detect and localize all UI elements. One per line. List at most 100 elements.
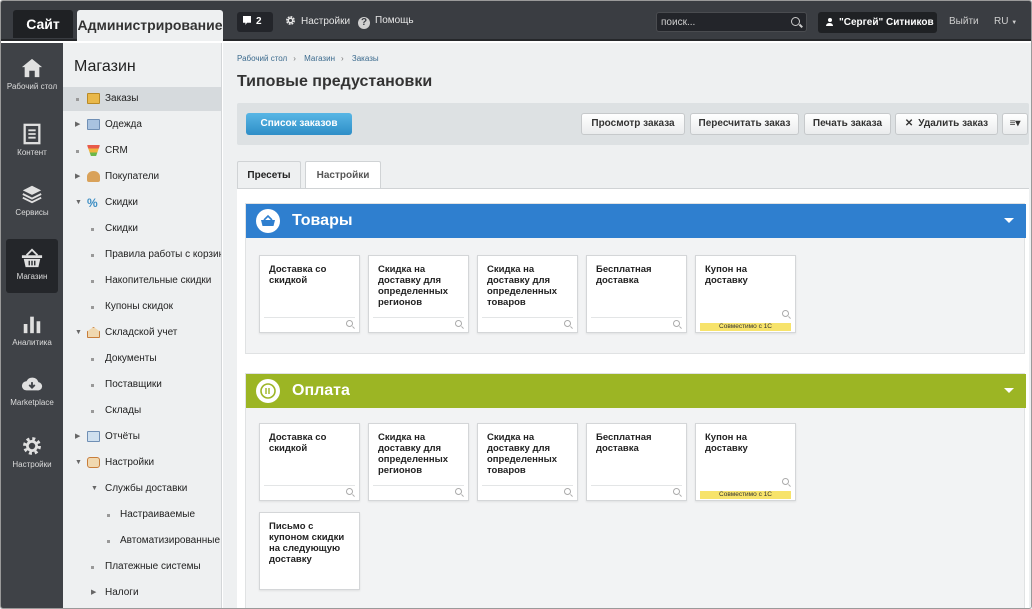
chevron-right-icon: ▶ — [75, 121, 81, 128]
sidebar-item-configurable[interactable]: Настраиваемые — [63, 503, 221, 527]
sidebar-item-label: Настройки — [105, 457, 155, 468]
breadcrumb-item[interactable]: Магазин — [304, 54, 335, 63]
sidebar-item-label: Покупатели — [105, 171, 160, 182]
search-icon[interactable] — [455, 320, 462, 327]
sidebar-item-discounts[interactable]: ▼ % Скидки — [63, 191, 221, 215]
tab-presets[interactable]: Пресеты — [237, 161, 301, 188]
search-icon[interactable] — [564, 320, 571, 327]
gear-icon — [23, 437, 41, 455]
nav-desktop[interactable]: Рабочий стол — [6, 49, 58, 103]
nav-analytics[interactable]: Аналитика — [6, 305, 58, 359]
sidebar-item-label: Документы — [105, 353, 157, 364]
search-icon[interactable] — [455, 488, 462, 495]
settings-link[interactable]: Настройки — [285, 15, 350, 27]
sidebar-item-cumulative-discounts[interactable]: Накопительные скидки — [63, 269, 221, 293]
sidebar-item-reports[interactable]: ▶ Отчёты — [63, 425, 221, 449]
sidebar-item-taxes[interactable]: ▶ Налоги — [63, 581, 221, 605]
search-icon[interactable] — [673, 320, 680, 327]
preset-card[interactable]: Письмо с купоном скидки на следующую дос… — [259, 512, 360, 590]
breadcrumb-item[interactable]: Заказы — [352, 54, 379, 63]
search-icon[interactable] — [782, 478, 789, 485]
sidebar-item-customers[interactable]: ▶ Покупатели — [63, 165, 221, 189]
view-order-button[interactable]: Просмотр заказа — [581, 113, 685, 135]
help-link[interactable]: ? Помощь — [358, 15, 414, 29]
logout-link[interactable]: Выйти — [949, 16, 979, 27]
sidebar-item-cart-rules[interactable]: Правила работы с корзиной — [63, 243, 221, 267]
preset-card[interactable]: Купон на доставку Совместимо с 1С — [695, 423, 796, 501]
preset-card[interactable]: Бесплатная доставка — [586, 255, 687, 333]
sidebar-item-shop-settings[interactable]: ▼ Настройки — [63, 451, 221, 475]
bullet-icon — [76, 150, 79, 153]
nav-settings-label: Настройки — [12, 460, 52, 469]
tab-site[interactable]: Сайт — [13, 10, 73, 38]
sidebar-item-discounts-list[interactable]: Скидки — [63, 217, 221, 241]
search-icon[interactable] — [791, 17, 800, 26]
chevron-down-icon[interactable] — [1004, 388, 1014, 393]
sidebar-item-crm[interactable]: CRM — [63, 139, 221, 163]
nav-shop[interactable]: Магазин — [6, 239, 58, 293]
breadcrumb-item[interactable]: Рабочий стол — [237, 54, 287, 63]
sidebar-item-label: Заказы — [105, 93, 139, 104]
section-header[interactable]: Оплата — [246, 374, 1026, 408]
preset-card-title: Купон на доставку — [705, 432, 748, 454]
search-input[interactable] — [661, 15, 789, 30]
search-icon[interactable] — [346, 320, 353, 327]
sidebar-item-suppliers[interactable]: Поставщики — [63, 373, 221, 397]
sidebar-item-payment-systems[interactable]: Платежные системы — [63, 555, 221, 579]
sidebar-item-documents[interactable]: Документы — [63, 347, 221, 371]
nav-marketplace[interactable]: Marketplace — [6, 365, 58, 419]
sidebar-item-label: Склады — [105, 405, 142, 416]
preset-card[interactable]: Бесплатная доставка — [586, 423, 687, 501]
delete-order-button[interactable]: ✕ Удалить заказ — [895, 113, 998, 135]
section-payment: Оплата Доставка со скидкой Скидка на дос… — [245, 373, 1026, 608]
bar-chart-icon — [23, 316, 41, 334]
nav-settings[interactable]: Настройки — [6, 427, 58, 481]
divider — [373, 485, 464, 486]
preset-card-title: Письмо с купоном скидки на следующую дос… — [269, 521, 345, 565]
search-box — [656, 12, 807, 32]
search-icon[interactable] — [564, 488, 571, 495]
preset-card[interactable]: Скидка на доставку для определенных реги… — [368, 423, 469, 501]
preset-card[interactable]: Доставка со скидкой — [259, 423, 360, 501]
more-menu-button[interactable]: ≡▾ — [1002, 113, 1028, 135]
recalc-order-button[interactable]: Пересчитать заказ — [690, 113, 799, 135]
sidebar-item-coupons[interactable]: Купоны скидок — [63, 295, 221, 319]
preset-card[interactable]: Скидка на доставку для определенных реги… — [368, 255, 469, 333]
tab-bar: Пресеты Настройки — [237, 161, 1029, 188]
preset-card[interactable]: Доставка со скидкой — [259, 255, 360, 333]
preset-card[interactable]: Купон на доставку Совместимо с 1С — [695, 255, 796, 333]
breadcrumb-separator: › — [293, 54, 296, 63]
sidebar-item-orders[interactable]: Заказы — [63, 87, 221, 111]
sidebar-item-label: Купоны скидок — [105, 301, 174, 312]
preset-card[interactable]: Скидка на доставку для определенных това… — [477, 423, 578, 501]
breadcrumb: Рабочий стол › Магазин › Заказы — [237, 54, 385, 63]
warehouse-icon — [87, 327, 100, 338]
nav-content[interactable]: Контент — [6, 115, 58, 169]
toolbar: Список заказов Просмотр заказа Пересчита… — [237, 103, 1029, 145]
search-icon[interactable] — [673, 488, 680, 495]
nav-services-label: Сервисы — [15, 208, 49, 217]
print-order-button[interactable]: Печать заказа — [804, 113, 891, 135]
chevron-down-icon: ▼ — [75, 329, 82, 336]
tab-admin[interactable]: Администрирование — [77, 10, 223, 41]
preset-card[interactable]: Скидка на доставку для определенных това… — [477, 255, 578, 333]
language-selector[interactable]: RU ▼ — [994, 16, 1017, 27]
order-list-button[interactable]: Список заказов — [246, 113, 352, 135]
search-icon[interactable] — [782, 310, 789, 317]
chevron-right-icon: ▶ — [75, 433, 81, 440]
nav-services[interactable]: Сервисы — [6, 175, 58, 229]
search-icon[interactable] — [346, 488, 353, 495]
sidebar-item-warehouse[interactable]: ▼ Складской учет — [63, 321, 221, 345]
user-menu-button[interactable]: "Сергей" Ситников — [818, 12, 937, 33]
tab-settings[interactable]: Настройки — [305, 161, 381, 188]
chevron-down-icon[interactable] — [1004, 218, 1014, 223]
chevron-down-icon: ▼ — [75, 199, 82, 206]
bullet-icon — [76, 98, 79, 101]
sidebar-item-clothes[interactable]: ▶ Одежда — [63, 113, 221, 137]
sidebar-item-delivery-services[interactable]: ▼ Службы доставки — [63, 477, 221, 501]
sidebar-item-automated[interactable]: Автоматизированные — [63, 529, 221, 553]
section-header[interactable]: Товары — [246, 204, 1026, 238]
sidebar-item-stores[interactable]: Склады — [63, 399, 221, 423]
main-content: Рабочий стол › Магазин › Заказы Типовые пр… — [223, 43, 1031, 608]
notifications-button[interactable]: 2 — [237, 12, 273, 32]
